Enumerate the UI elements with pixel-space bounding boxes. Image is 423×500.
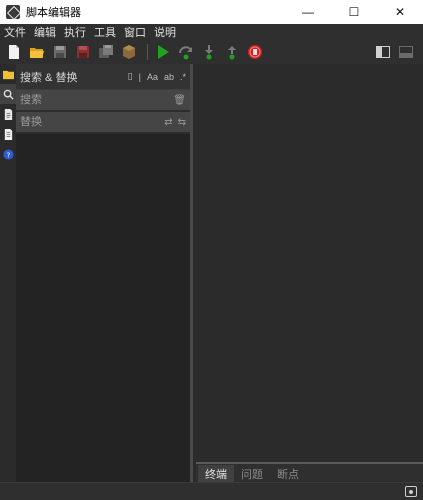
menu-help[interactable]: 说明 [154, 24, 176, 40]
maximize-button[interactable]: ☐ [331, 0, 377, 24]
panel-title: 搜索 & 替换 [20, 71, 78, 84]
step-out-icon [228, 46, 236, 60]
layout-toggles [373, 42, 419, 62]
save-all-icon [99, 45, 113, 58]
stop-button[interactable] [245, 42, 265, 62]
new-file-icon [9, 45, 19, 59]
save-as-button[interactable] [73, 42, 93, 62]
help-tab[interactable]: ? [0, 144, 16, 164]
menu-run[interactable]: 执行 [64, 24, 86, 40]
close-button[interactable]: ✕ [377, 0, 423, 24]
menu-edit[interactable]: 编辑 [34, 24, 56, 40]
toggle-bottom-panel-button[interactable] [396, 42, 416, 62]
help-icon: ? [2, 148, 14, 160]
replace-one-icon[interactable]: ⇄ [164, 117, 172, 128]
options-separator: | [138, 71, 141, 82]
menu-file[interactable]: 文件 [4, 24, 26, 40]
toggle-left-panel-button[interactable] [373, 42, 393, 62]
window-controls: — ☐ ✕ [285, 0, 423, 24]
explorer-tab[interactable] [0, 64, 16, 84]
search-in-file-icon[interactable]: ▯ [128, 71, 133, 82]
menu-tools[interactable]: 工具 [94, 24, 116, 40]
search-row: 🗑 [16, 90, 190, 112]
status-bar [0, 482, 423, 500]
toolbar-separator [147, 44, 148, 60]
replace-row: ⇄ ⇆ [16, 112, 190, 134]
activity-bar: ? [0, 64, 16, 482]
documents-tab[interactable] [0, 124, 16, 144]
step-into-button[interactable] [199, 42, 219, 62]
minimize-button[interactable]: — [285, 0, 331, 24]
bottom-panel-tabs: 终端 问题 断点 [196, 462, 423, 482]
new-file-button[interactable] [4, 42, 24, 62]
replace-row-icons: ⇄ ⇆ [159, 117, 190, 128]
menu-window[interactable]: 窗口 [124, 24, 146, 40]
script-icon [4, 108, 12, 120]
save-icon [54, 46, 66, 58]
step-out-button[interactable] [222, 42, 242, 62]
tab-problems[interactable]: 问题 [234, 465, 270, 482]
search-row-icons: 🗑 [168, 95, 190, 106]
run-button[interactable] [153, 42, 173, 62]
save-button[interactable] [50, 42, 70, 62]
toggle-bottom-panel-icon [399, 46, 413, 58]
menu-bar: 文件 编辑 执行 工具 窗口 说明 [0, 24, 423, 40]
open-folder-icon [30, 48, 44, 58]
package-icon [123, 45, 135, 59]
save-all-button[interactable] [96, 42, 116, 62]
search-icon [3, 89, 14, 100]
run-icon [158, 45, 169, 59]
camera-icon[interactable] [405, 486, 417, 497]
scripts-tab[interactable] [0, 104, 16, 124]
replace-input[interactable] [20, 116, 150, 128]
match-word-icon[interactable]: ab [164, 72, 174, 82]
open-button[interactable] [27, 42, 47, 62]
document-icon [4, 128, 12, 140]
folder-icon [2, 70, 14, 79]
search-options: ▯ | Aa ab .* [122, 71, 190, 82]
trash-icon[interactable]: 🗑 [173, 95, 186, 106]
step-into-icon [205, 45, 213, 60]
window-title: 脚本编辑器 [26, 7, 81, 19]
package-button[interactable] [119, 42, 139, 62]
step-over-icon [179, 46, 192, 60]
svg-text:?: ? [6, 150, 10, 159]
search-tab[interactable] [0, 84, 16, 104]
tab-breakpoints[interactable]: 断点 [270, 465, 306, 482]
step-over-button[interactable] [176, 42, 196, 62]
panel-header: 搜索 & 替换 ▯ | Aa ab .* [16, 64, 190, 90]
search-replace-panel: 搜索 & 替换 ▯ | Aa ab .* 🗑 ⇄ ⇆ [16, 64, 193, 482]
search-input[interactable] [20, 94, 150, 106]
replace-all-icon[interactable]: ⇆ [178, 117, 186, 128]
toolbar [0, 40, 423, 64]
tab-terminal[interactable]: 终端 [198, 465, 234, 482]
toggle-left-panel-icon [376, 46, 390, 58]
title-bar: 脚本编辑器 — ☐ ✕ [0, 0, 423, 24]
app-logo-icon [6, 5, 20, 19]
match-case-button[interactable]: Aa [147, 72, 158, 82]
save-as-icon [77, 46, 89, 58]
stop-icon [248, 45, 262, 59]
regex-icon[interactable]: .* [180, 72, 186, 82]
editor-area[interactable] [196, 64, 423, 462]
